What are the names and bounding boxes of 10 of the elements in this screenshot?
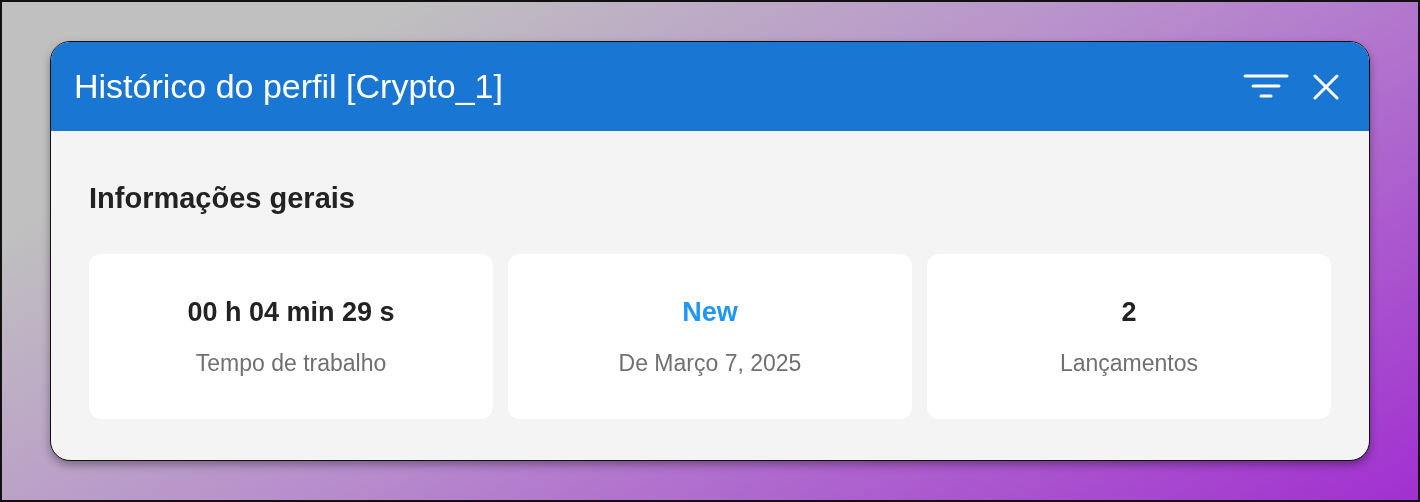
window-title: Histórico do perfil [Crypto_1] <box>74 66 504 107</box>
stat-value: 00 h 04 min 29 s <box>187 295 395 329</box>
stat-value: New <box>682 295 738 329</box>
stat-label: Lançamentos <box>1059 349 1199 379</box>
close-icon[interactable] <box>1313 73 1339 100</box>
stat-label: De Março 7, 2025 <box>618 349 802 379</box>
stat-label: Tempo de trabalho <box>195 349 387 379</box>
stat-value: 2 <box>1121 295 1137 329</box>
section-title: Informações gerais <box>89 181 356 216</box>
filter-icon[interactable] <box>1243 72 1289 101</box>
